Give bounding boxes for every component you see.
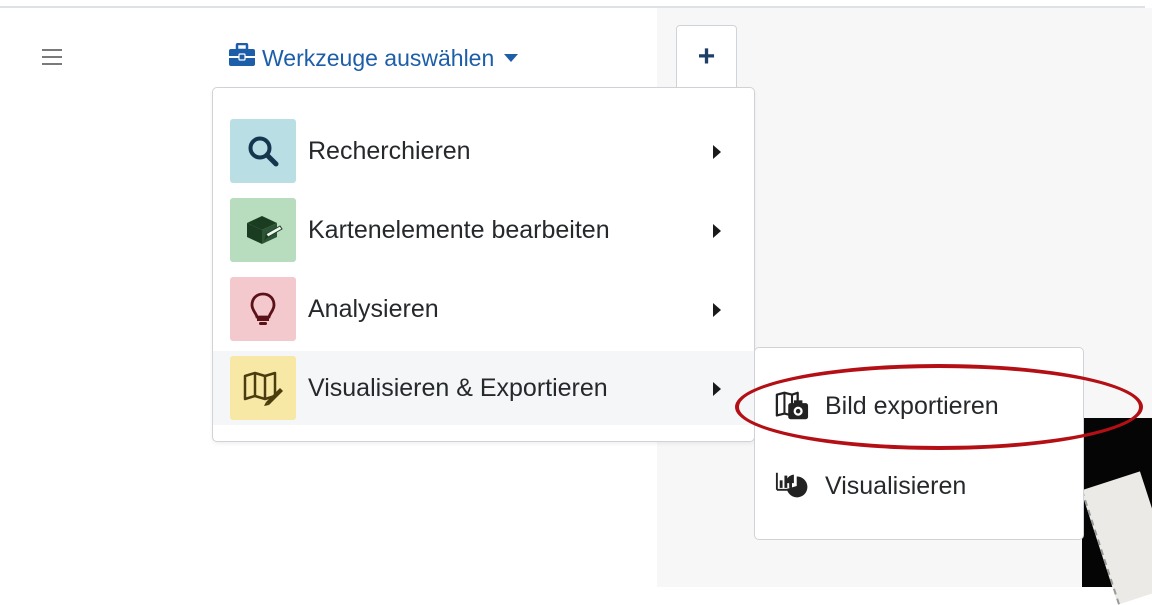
briefcase-icon	[228, 42, 256, 73]
search-icon	[230, 119, 296, 183]
edit-cube-icon	[230, 198, 296, 262]
submenu-item-label: Bild exportieren	[825, 391, 999, 420]
chevron-right-icon	[713, 145, 721, 159]
menu-item-label: Recherchieren	[308, 136, 471, 165]
map-pencil-icon	[230, 356, 296, 420]
menu-item-recherchieren[interactable]: Recherchieren	[213, 114, 754, 188]
menu-item-label: Analysieren	[308, 294, 439, 323]
chevron-right-icon	[713, 382, 721, 396]
add-tab-button[interactable]: +	[676, 25, 737, 89]
chevron-right-icon	[713, 224, 721, 238]
menu-item-analysieren[interactable]: Analysieren	[213, 272, 754, 346]
hamburger-icon[interactable]	[42, 49, 62, 70]
tools-dropdown-menu: Recherchieren Kartenelemente bearbeiten …	[212, 87, 755, 442]
menu-item-label: Kartenelemente bearbeiten	[308, 215, 610, 244]
submenu-item-label: Visualisieren	[825, 471, 967, 500]
chevron-right-icon	[713, 303, 721, 317]
chart-pie-icon	[775, 469, 809, 503]
submenu-item-bild-exportieren[interactable]: Bild exportieren	[755, 366, 1083, 446]
tools-dropdown-label: Werkzeuge auswählen	[262, 44, 495, 71]
tools-dropdown-toggle[interactable]: Werkzeuge auswählen	[228, 40, 519, 76]
menu-item-kartenelemente[interactable]: Kartenelemente bearbeiten	[213, 193, 754, 267]
map-image-fragment	[1080, 418, 1152, 605]
plus-icon: +	[697, 40, 716, 73]
submenu-item-visualisieren[interactable]: Visualisieren	[755, 446, 1083, 526]
lightbulb-icon	[230, 277, 296, 341]
map-camera-icon	[775, 389, 809, 423]
caret-down-icon	[504, 54, 519, 62]
export-submenu: Bild exportieren Visualisieren	[754, 347, 1084, 540]
menu-item-visualisieren-exportieren[interactable]: Visualisieren & Exportieren	[213, 351, 754, 425]
menu-item-label: Visualisieren & Exportieren	[308, 373, 608, 402]
